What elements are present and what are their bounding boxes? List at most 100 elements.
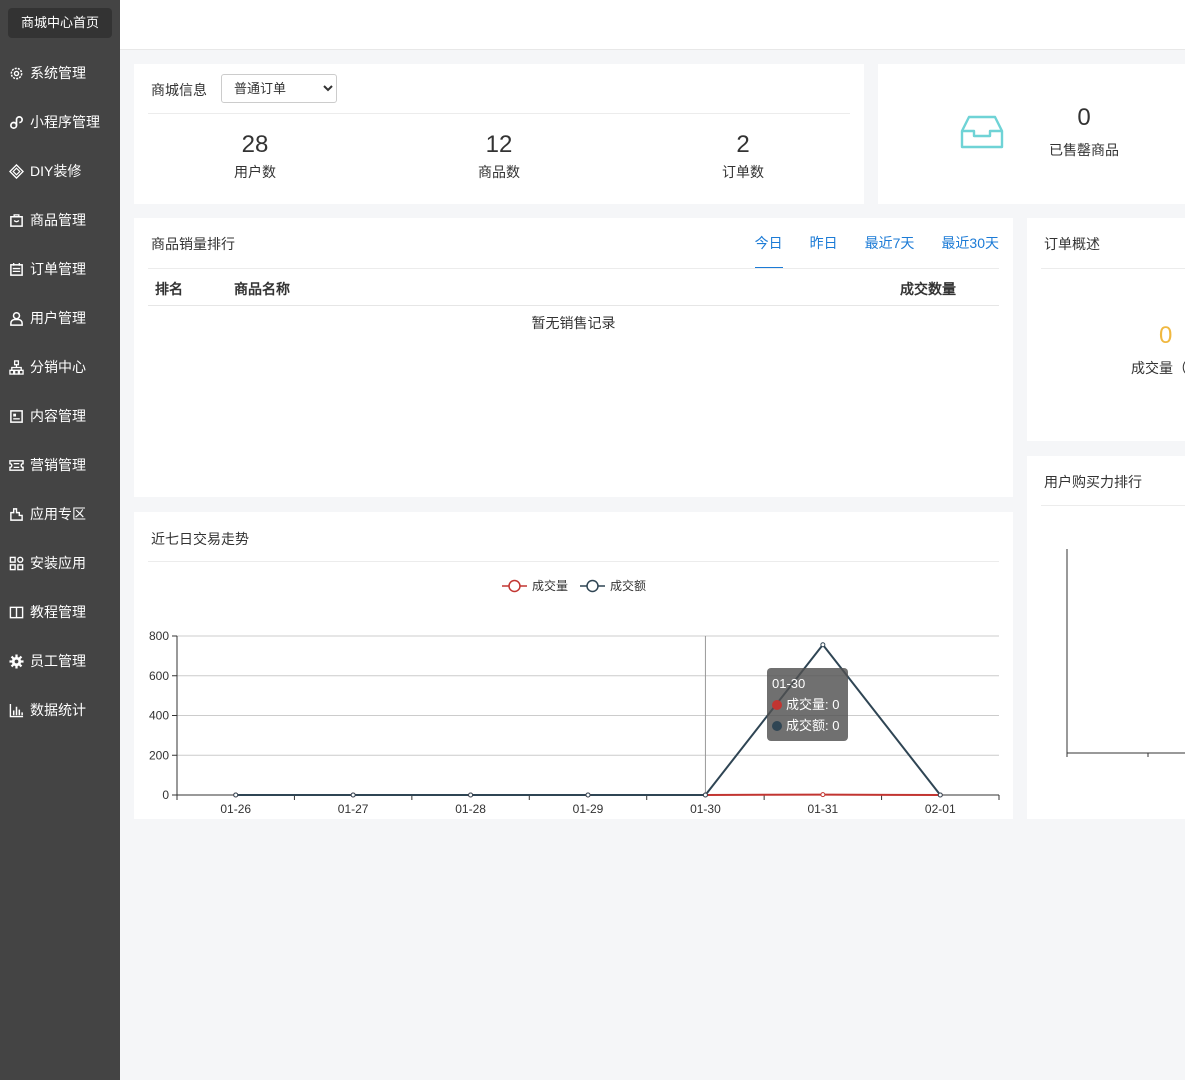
top-bar [120, 0, 1185, 50]
sidebar-item-label: 数据统计 [30, 702, 86, 718]
sidebar-item-label: 商品管理 [30, 212, 86, 228]
column-goods-name: 商品名称 [234, 273, 900, 306]
table-row: 暂无销售记录 [148, 305, 999, 341]
sidebar-item-users[interactable]: 用户管理 [0, 305, 120, 331]
series-point-2 [233, 792, 239, 798]
x-tick-label: 01-27 [338, 802, 369, 816]
sidebar-item-label: 系统管理 [30, 65, 86, 81]
order-overview-title: 订单概述 [1044, 236, 1100, 252]
gear-outline-icon [10, 67, 23, 79]
sidebar-item-system[interactable]: 系统管理 [0, 60, 120, 86]
sidebar-item-statistics[interactable]: 数据统计 [0, 697, 120, 723]
y-tick-label: 400 [149, 709, 169, 723]
calendar-icon [10, 262, 23, 276]
stat-value: 2 [736, 131, 750, 158]
x-tick-label: 01-28 [455, 802, 486, 816]
tooltip-marker [772, 721, 782, 731]
sidebar-item-install[interactable]: 安装应用 [0, 550, 120, 576]
book-icon [9, 606, 24, 618]
ticket-icon [9, 459, 24, 471]
sidebar-item-marketing[interactable]: 营销管理 [0, 452, 120, 478]
sidebar-item-label: 小程序管理 [30, 114, 100, 130]
column-rank: 排名 [148, 273, 234, 306]
sidebar-item-label: 安装应用 [30, 555, 86, 571]
gear-solid-icon [9, 653, 24, 669]
sidebar-item-label: DIY装修 [30, 163, 82, 179]
order-overview-card: 订单概述 0 成交量（ [1027, 218, 1185, 441]
y-tick-label: 800 [149, 629, 169, 643]
trend-card: 近七日交易走势 0 200 400 600 800 01-26 01-27 01-28 01-2… [134, 512, 1013, 819]
sidebar-item-orders[interactable]: 订单管理 [0, 256, 120, 282]
bag-icon [10, 213, 23, 227]
divider [148, 268, 999, 269]
tab-last-7-days[interactable]: 最近7天 [865, 233, 915, 269]
series-point-2 [937, 792, 943, 798]
home-button[interactable]: 商城中心首页 [8, 8, 112, 38]
series-point-1 [820, 792, 826, 798]
user-icon [10, 311, 23, 326]
sidebar-item-tutorial[interactable]: 教程管理 [0, 599, 120, 625]
sold-out-label: 已售罄商品 [1049, 142, 1119, 158]
sidebar-item-miniprogram[interactable]: 小程序管理 [0, 109, 120, 135]
stat-users: 28 用户数 [185, 130, 325, 182]
sidebar-item-label: 内容管理 [30, 408, 86, 424]
stat-label: 商品数 [478, 164, 520, 180]
legend-marker [508, 579, 521, 593]
inbox-icon [960, 115, 1004, 149]
shop-info-title: 商城信息 [151, 82, 207, 98]
series-point-2 [350, 792, 356, 798]
table-header-row: 排名 商品名称 成交数量 [148, 273, 999, 306]
stat-label: 订单数 [722, 164, 764, 180]
sidebar-item-diy[interactable]: DIY装修 [0, 158, 120, 184]
sidebar-item-label: 订单管理 [30, 261, 86, 277]
trend-chart: 0 200 400 600 800 01-26 01-27 01-28 01-29 01-30 01… [149, 578, 1000, 816]
bar-chart-icon [9, 703, 24, 717]
sidebar-item-app-zone[interactable]: 应用专区 [0, 501, 120, 527]
sidebar-item-label: 营销管理 [30, 457, 86, 473]
ranking-tabs: 今日 昨日 最近7天 最近30天 [728, 233, 999, 269]
empty-text: 暂无销售记录 [531, 315, 616, 332]
x-tick-label: 01-30 [690, 802, 721, 816]
legend-marker [586, 579, 599, 593]
sidebar-item-label: 分销中心 [30, 359, 86, 375]
order-type-select[interactable]: 普通订单 [221, 74, 337, 103]
legend-label: 成交额 [610, 578, 646, 593]
stat-value: 28 [241, 131, 269, 158]
y-tick-label: 600 [149, 669, 169, 683]
article-icon [10, 409, 23, 423]
sidebar-item-label: 应用专区 [30, 506, 86, 522]
sidebar-item-goods[interactable]: 商品管理 [0, 207, 120, 233]
sold-out-card: 0 已售罄商品 [878, 64, 1185, 204]
tab-last-30-days[interactable]: 最近30天 [941, 233, 999, 269]
tooltip-line: 成交额: 0 [786, 718, 839, 733]
sidebar-item-distribution[interactable]: 分销中心 [0, 354, 120, 380]
sales-ranking-card: 商品销量排行 今日 昨日 最近7天 最近30天 排名 商品名称 成交数量 暂无销… [134, 218, 1013, 497]
series-point-2 [468, 792, 474, 798]
sidebar-item-label: 教程管理 [30, 604, 86, 620]
sidebar-item-staff[interactable]: 员工管理 [0, 648, 120, 674]
tooltip-title: 01-30 [772, 676, 805, 691]
link-icon [10, 115, 23, 129]
buying-power-card: 用户购买力排行 [1027, 456, 1185, 819]
x-tick-label: 02-01 [925, 802, 956, 816]
app-zone-icon [10, 507, 23, 521]
y-tick-label: 200 [149, 748, 169, 762]
sidebar-item-label: 用户管理 [30, 310, 86, 326]
tab-yesterday[interactable]: 昨日 [810, 233, 838, 269]
sidebar: 商城中心首页 系统管理 小程序管理 DIY装修 商品管理 订单管理 用户管理 分… [0, 0, 120, 1080]
stat-goods: 12 商品数 [429, 130, 569, 182]
sidebar-item-content[interactable]: 内容管理 [0, 403, 120, 429]
x-tick-label: 01-29 [573, 802, 604, 816]
sold-out-value: 0 [1077, 104, 1091, 131]
series-point-2 [702, 792, 708, 798]
x-tick-label: 01-26 [220, 802, 251, 816]
grid-icon [9, 556, 24, 570]
tooltip-marker [772, 700, 782, 710]
diamond-icon [9, 163, 24, 179]
org-chart-icon [9, 359, 24, 375]
series-point-2 [820, 642, 826, 648]
stat-label: 用户数 [234, 164, 276, 180]
tab-today[interactable]: 今日 [754, 233, 783, 269]
shop-info-card: 商城信息 普通订单 28 用户数 12 商品数 2 订单数 [134, 64, 864, 204]
ranking-table: 排名 商品名称 成交数量 暂无销售记录 [148, 273, 999, 341]
